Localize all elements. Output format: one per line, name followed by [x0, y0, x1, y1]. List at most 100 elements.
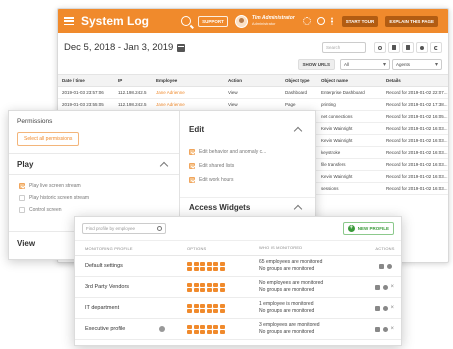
profile-row[interactable]: 3rd Party Vendors No employees are monito… [75, 277, 401, 298]
filter-agents-select[interactable]: Agents [392, 59, 442, 70]
profile-row[interactable]: Executive profile 3 employees are monitor… [75, 319, 401, 340]
edit-shared-lists-checkbox[interactable]: Edit shared lists [189, 163, 234, 169]
checkbox-label: Edit behavior and anomaly c... [199, 149, 267, 155]
monitoring-option-icon [187, 282, 192, 287]
profile-row[interactable]: IT department 1 employee is monitored No g… [75, 298, 401, 319]
refresh-icon [434, 45, 438, 50]
close-icon[interactable]: × [391, 284, 396, 290]
column-header[interactable]: Employee [152, 74, 224, 87]
help-icon[interactable] [316, 17, 325, 25]
column-header[interactable]: Date / time [58, 74, 114, 87]
table-row[interactable]: 2019-01-03 23:57:06 112.198.242.5 Jane Adr… [58, 86, 448, 99]
table-cell: 112.198.242.5 [114, 86, 152, 99]
search-button[interactable] [374, 42, 386, 53]
new-profile-label: NEW PROFILE [357, 226, 389, 231]
play-live-checkbox[interactable]: Play live screen stream [19, 183, 81, 189]
select-all-permissions-button[interactable]: Select all permissions [17, 132, 80, 146]
profiles-table-body: Default settings 65 employees are monitor… [75, 256, 401, 340]
table-row[interactable]: 2019-01-03 23:55:05 112.198.242.5 Jane Adr… [58, 98, 448, 111]
monitoring-option-icon [219, 329, 225, 334]
table-cell: 2019-01-03 23:57:06 [58, 86, 114, 99]
start-tour-button[interactable]: START TOUR [341, 15, 379, 27]
table-cell: Record for 2019-01-02 16:05... [382, 110, 448, 123]
checkbox-unchecked[interactable] [19, 195, 25, 201]
explain-page-button[interactable]: EXPLAIN THIS PAGE [385, 15, 438, 27]
actions-cell [369, 263, 401, 269]
monitoring-option-icon [187, 287, 192, 292]
access-widgets-section-header[interactable]: Access Widgets [180, 197, 315, 217]
checkbox-label: Control screen [29, 207, 62, 213]
column-header[interactable]: Details [382, 74, 448, 87]
table-header: Date / time IP Employee Action Object ty… [58, 74, 448, 87]
user-menu[interactable]: Tim Administrator Administrator [252, 16, 295, 26]
monitoring-option-icon [219, 282, 225, 287]
assign-users-icon[interactable] [378, 263, 384, 269]
gear-icon[interactable] [302, 17, 311, 25]
edit-work-hours-checkbox[interactable]: Edit work hours [189, 177, 233, 183]
checkbox-checked[interactable] [189, 163, 195, 169]
control-screen-checkbox[interactable]: Control screen [19, 207, 62, 213]
checkbox-checked[interactable] [19, 183, 25, 189]
export-csv-button[interactable] [402, 42, 414, 53]
monitoring-option-icon [187, 329, 192, 334]
gear-icon[interactable] [382, 305, 388, 311]
edit-behavior-checkbox[interactable]: Edit behavior and anomaly c... [189, 149, 266, 155]
refresh-button[interactable] [430, 42, 442, 53]
close-icon[interactable]: × [391, 305, 396, 311]
monitored-text: 1 employee is monitored [259, 301, 314, 308]
profile-name[interactable]: Executive profile [85, 326, 125, 332]
column-header: OPTIONS [187, 245, 207, 251]
access-widgets-title: Access Widgets [189, 203, 251, 212]
checkbox-label: Play historic screen stream [29, 195, 90, 201]
monitoring-option-icon [187, 308, 192, 313]
profile-name[interactable]: Default settings [85, 263, 123, 269]
play-section-header[interactable]: Play [9, 153, 179, 175]
new-profile-button[interactable]: + NEW PROFILE [342, 222, 394, 235]
edit-section-header[interactable]: Edit [180, 119, 315, 139]
date-toolbar: Dec 5, 2018 - Jan 3, 2019 Search [58, 33, 448, 57]
assign-users-icon[interactable] [374, 284, 380, 290]
support-button[interactable]: SUPPORT [198, 15, 228, 27]
checkbox-label: Play live screen stream [29, 183, 81, 189]
checkbox-checked[interactable] [189, 177, 195, 183]
date-range[interactable]: Dec 5, 2018 - Jan 3, 2019 [64, 42, 173, 53]
edit-section-title: Edit [189, 124, 205, 134]
profile-name[interactable]: 3rd Party Vendors [85, 284, 129, 290]
menu-icon[interactable] [64, 17, 74, 25]
info-icon[interactable] [159, 326, 166, 332]
column-header[interactable]: IP [114, 74, 152, 87]
options-icon-row [187, 324, 259, 329]
assign-users-icon[interactable] [374, 305, 380, 311]
monitoring-option-icon [213, 303, 218, 308]
assign-users-icon[interactable] [374, 326, 380, 332]
profile-row[interactable]: Default settings 65 employees are monitor… [75, 256, 401, 277]
settings-button[interactable] [416, 42, 428, 53]
checkbox-checked[interactable] [189, 149, 195, 155]
checkbox-unchecked[interactable] [19, 207, 25, 213]
calendar-icon[interactable] [177, 43, 186, 52]
top-bar: System Log SUPPORT Tim Administrator Adm… [58, 9, 448, 33]
column-header[interactable]: Action [224, 74, 281, 87]
table-cell: Record for 2019-01-02 16:03... [382, 122, 448, 135]
table-cell: printing [317, 98, 382, 111]
export-pdf-button[interactable] [388, 42, 400, 53]
search-icon[interactable] [181, 16, 192, 26]
gear-icon[interactable] [382, 284, 388, 290]
monitored-text: 3 employees are monitored [259, 322, 320, 329]
profile-name[interactable]: IT department [85, 305, 119, 311]
table-cell: Jane Adrienne [152, 98, 224, 111]
file-icon [392, 45, 396, 50]
close-icon[interactable]: × [391, 326, 396, 332]
show-urls-button[interactable]: SHOW URLS [297, 59, 335, 70]
filter-all-select[interactable]: All [340, 59, 390, 70]
gear-icon[interactable] [382, 326, 388, 332]
find-profile-input[interactable]: Find profile by employee [82, 223, 166, 234]
actions-cell: × [369, 326, 401, 332]
more-vertical-icon[interactable] [330, 17, 333, 25]
column-header[interactable]: Object type [281, 74, 317, 87]
gear-icon[interactable] [386, 263, 392, 269]
play-historic-checkbox[interactable]: Play historic screen stream [19, 195, 89, 201]
avatar[interactable] [234, 14, 248, 28]
search-input[interactable]: Search [322, 42, 366, 53]
column-header[interactable]: Object name [317, 74, 382, 87]
